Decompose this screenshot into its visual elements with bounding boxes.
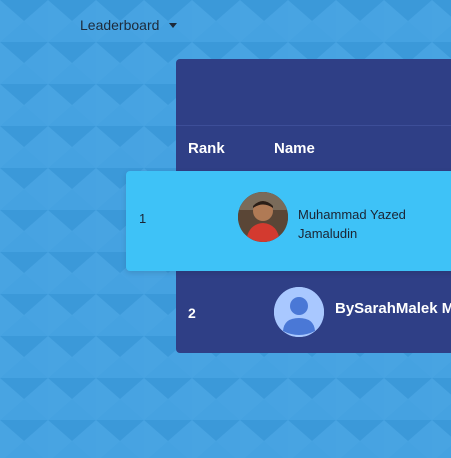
leaderboard-menu[interactable]: Leaderboard: [72, 10, 185, 40]
leaderboard-menu-label: Leaderboard: [80, 17, 160, 33]
table-row[interactable]: 2 BySarahMalek M: [176, 272, 451, 353]
caret-down-icon: [169, 23, 178, 28]
row-name: BySarahMalek M: [335, 300, 451, 317]
row-rank: 2: [188, 305, 196, 321]
default-user-avatar-icon: [274, 287, 324, 337]
table-header-area: [176, 59, 451, 126]
column-headers: Rank Name: [176, 125, 451, 171]
column-header-name: Name: [274, 140, 315, 157]
table-row[interactable]: 1 Muhammad Yazed Jamaludin: [126, 171, 451, 271]
row-rank: 1: [139, 211, 147, 226]
column-header-rank: Rank: [188, 140, 225, 157]
row-name: Muhammad Yazed Jamaludin: [298, 207, 406, 241]
avatar: [238, 192, 288, 242]
